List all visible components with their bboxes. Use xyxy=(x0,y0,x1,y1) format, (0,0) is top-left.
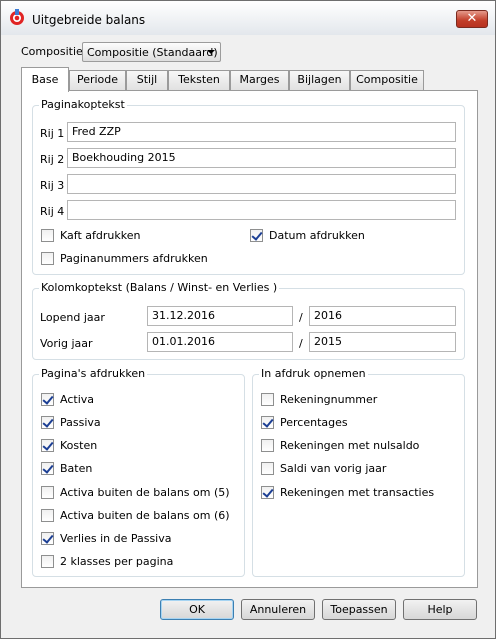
kosten-label: Kosten xyxy=(60,439,98,452)
row4-label: Rij 4 xyxy=(40,205,65,218)
percentages-checkbox[interactable] xyxy=(261,416,274,429)
two-classes-checkbox[interactable] xyxy=(41,555,54,568)
row2-input[interactable]: Boekhouding 2015 xyxy=(67,148,456,168)
tab-base[interactable]: Base xyxy=(21,67,69,92)
title-bar: Uitgebreide balans ✕ xyxy=(1,1,495,35)
window-title: Uitgebreide balans xyxy=(32,13,146,27)
date-checkbox[interactable] xyxy=(250,229,263,242)
activa-checkbox[interactable] xyxy=(41,393,54,406)
close-button[interactable]: ✕ xyxy=(456,10,488,28)
help-button[interactable]: Help xyxy=(403,599,477,620)
prior-year-balances-label: Saldi van vorig jaar xyxy=(280,462,387,475)
percentages-label: Percentages xyxy=(280,416,348,429)
previous-year-separator: / xyxy=(299,337,303,350)
tab-compositie[interactable]: Compositie xyxy=(350,70,424,90)
cancel-button[interactable]: Annuleren xyxy=(241,599,315,620)
off-balance-6-label: Activa buiten de balans om (6) xyxy=(60,509,230,522)
row3-label: Rij 3 xyxy=(40,179,65,192)
accounts-with-transactions-label: Rekeningen met transacties xyxy=(280,486,435,499)
date-label: Datum afdrukken xyxy=(269,229,365,242)
current-year-input[interactable]: 2016 xyxy=(309,306,456,326)
include-title: In afdruk opnemen xyxy=(259,367,368,380)
composition-value: Compositie (Standaard) xyxy=(87,46,218,59)
two-classes-label: 2 klasses per pagina xyxy=(60,555,174,568)
previous-year-date-input[interactable]: 01.01.2016 xyxy=(147,332,293,352)
off-balance-5-label: Activa buiten de balans om (5) xyxy=(60,486,230,499)
current-year-label: Lopend jaar xyxy=(40,311,105,324)
tab-bijlagen[interactable]: Bijlagen xyxy=(289,70,350,90)
tab-stijl[interactable]: Stijl xyxy=(126,70,168,90)
dialog-window: Uitgebreide balans ✕ Compositie: Composi… xyxy=(0,0,496,639)
kosten-checkbox[interactable] xyxy=(41,439,54,452)
column-header-title: Kolomkoptekst (Balans / Winst- en Verlie… xyxy=(39,281,280,294)
account-number-label: Rekeningnummer xyxy=(280,393,378,406)
page-header-title: Paginakoptekst xyxy=(39,98,127,111)
baten-label: Baten xyxy=(60,462,93,475)
zero-balance-checkbox[interactable] xyxy=(261,439,274,452)
page-numbers-checkbox[interactable] xyxy=(41,252,54,265)
row1-input[interactable]: Fred ZZP xyxy=(67,122,456,142)
cover-label: Kaft afdrukken xyxy=(60,229,141,242)
loss-in-passiva-checkbox[interactable] xyxy=(41,532,54,545)
composition-label: Compositie: xyxy=(21,45,87,58)
close-icon: ✕ xyxy=(466,11,478,26)
composition-select[interactable]: Compositie (Standaard) xyxy=(82,42,221,62)
row2-label: Rij 2 xyxy=(40,153,65,166)
row3-input[interactable] xyxy=(67,174,456,194)
accounts-with-transactions-checkbox[interactable] xyxy=(261,486,274,499)
activa-label: Activa xyxy=(60,393,94,406)
passiva-checkbox[interactable] xyxy=(41,416,54,429)
baten-checkbox[interactable] xyxy=(41,462,54,475)
chevron-down-icon xyxy=(207,50,215,54)
ok-button[interactable]: OK xyxy=(160,599,234,620)
account-number-checkbox[interactable] xyxy=(261,393,274,406)
off-balance-5-checkbox[interactable] xyxy=(41,486,54,499)
tab-panel: Paginakoptekst Rij 1 Fred ZZP Rij 2 Boek… xyxy=(21,90,478,588)
tab-teksten[interactable]: Teksten xyxy=(168,70,230,90)
row1-label: Rij 1 xyxy=(40,127,65,140)
previous-year-label: Vorig jaar xyxy=(40,337,93,350)
loss-in-passiva-label: Verlies in de Passiva xyxy=(60,532,172,545)
print-pages-title: Pagina's afdrukken xyxy=(39,367,148,380)
passiva-label: Passiva xyxy=(60,416,101,429)
previous-year-input[interactable]: 2015 xyxy=(309,332,456,352)
cover-checkbox[interactable] xyxy=(41,229,54,242)
row4-input[interactable] xyxy=(67,200,456,220)
page-numbers-label: Paginanummers afdrukken xyxy=(60,252,208,265)
tab-periode[interactable]: Periode xyxy=(69,70,126,90)
current-year-separator: / xyxy=(299,311,303,324)
banana-app-icon xyxy=(10,9,24,25)
apply-button[interactable]: Toepassen xyxy=(322,599,396,620)
prior-year-balances-checkbox[interactable] xyxy=(261,462,274,475)
current-year-date-input[interactable]: 31.12.2016 xyxy=(147,306,293,326)
off-balance-6-checkbox[interactable] xyxy=(41,509,54,522)
zero-balance-label: Rekeningen met nulsaldo xyxy=(280,439,420,452)
tab-marges[interactable]: Marges xyxy=(230,70,289,90)
